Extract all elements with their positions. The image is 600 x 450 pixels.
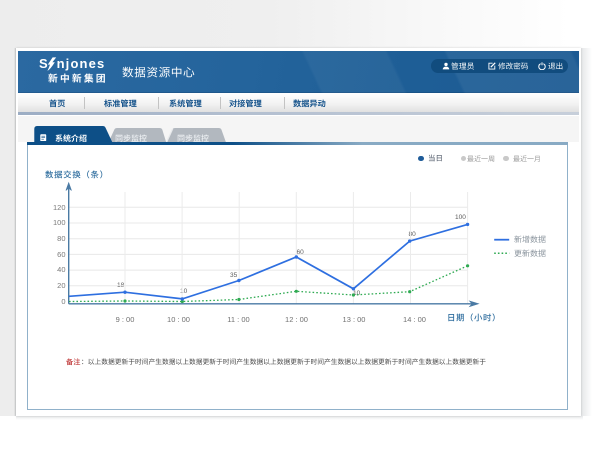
svg-text:S: S [39, 56, 48, 71]
svg-text:njones: njones [57, 56, 106, 71]
